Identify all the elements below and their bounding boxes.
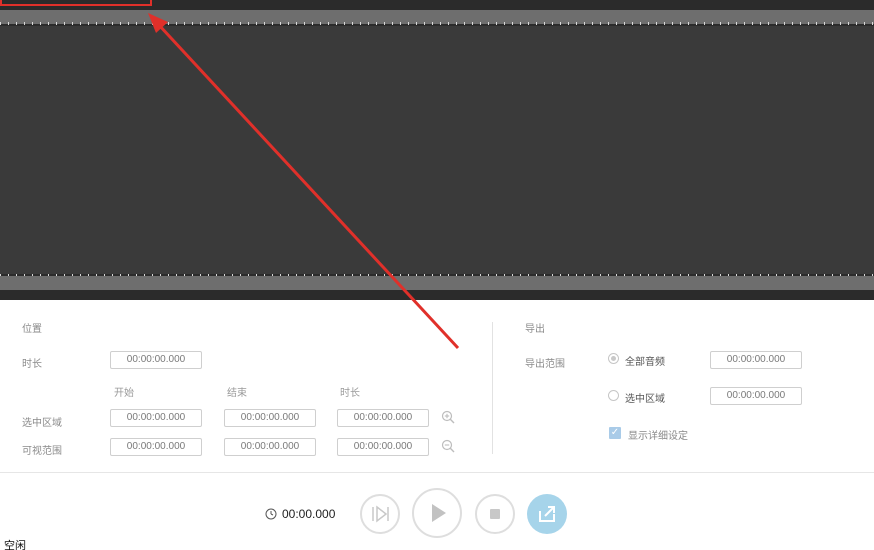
export-all-label: 全部音频	[625, 357, 665, 368]
zoom-out-icon[interactable]	[441, 439, 455, 453]
visible-duration-field[interactable]: 00:00:00.000	[337, 438, 429, 456]
annotation-highlight-box	[0, 0, 152, 6]
visible-start-field[interactable]: 00:00:00.000	[110, 438, 202, 456]
export-icon	[539, 506, 555, 522]
status-text: 空闲	[4, 540, 26, 550]
play-icon	[432, 504, 446, 522]
zoom-in-icon[interactable]	[441, 410, 455, 424]
show-details-checkbox[interactable]: ✓	[609, 427, 621, 439]
col-end-label: 结束	[227, 388, 247, 399]
selection-label: 选中区域	[22, 418, 62, 429]
col-duration-label: 时长	[340, 388, 360, 399]
waveform-panel[interactable]	[0, 0, 874, 300]
playback-time: 00:00.000	[282, 507, 336, 521]
section-divider	[492, 322, 493, 454]
selection-duration-field[interactable]: 00:00:00.000	[337, 409, 429, 427]
waveform-top-ruler	[0, 22, 874, 25]
export-all-field[interactable]: 00:00:00.000	[710, 351, 802, 369]
stop-button[interactable]	[475, 494, 515, 534]
col-start-label: 开始	[114, 388, 134, 399]
clock-icon	[265, 508, 277, 520]
show-details-label: 显示详细设定	[628, 431, 688, 442]
visible-end-field[interactable]: 00:00:00.000	[224, 438, 316, 456]
export-all-radio[interactable]	[608, 353, 619, 364]
transport-divider	[0, 472, 874, 473]
duration-label: 时长	[22, 359, 42, 370]
export-selection-field[interactable]: 00:00:00.000	[710, 387, 802, 405]
selection-end-field[interactable]: 00:00:00.000	[224, 409, 316, 427]
waveform-canvas[interactable]	[0, 26, 874, 274]
export-heading: 导出	[525, 324, 545, 335]
export-selection-radio[interactable]	[608, 390, 619, 401]
position-heading: 位置	[22, 324, 42, 335]
selection-start-field[interactable]: 00:00:00.000	[110, 409, 202, 427]
play-button[interactable]	[412, 488, 462, 538]
export-button[interactable]	[527, 494, 567, 534]
duration-field[interactable]: 00:00:00.000	[110, 351, 202, 369]
stop-icon	[490, 509, 500, 519]
visible-range-label: 可视范围	[22, 446, 62, 457]
skip-frame-icon	[372, 505, 389, 523]
skip-frame-button[interactable]	[360, 494, 400, 534]
export-range-label: 导出范围	[525, 359, 565, 370]
export-selection-label: 选中区域	[625, 394, 665, 405]
waveform-bottom-scrollbar[interactable]	[0, 276, 874, 290]
